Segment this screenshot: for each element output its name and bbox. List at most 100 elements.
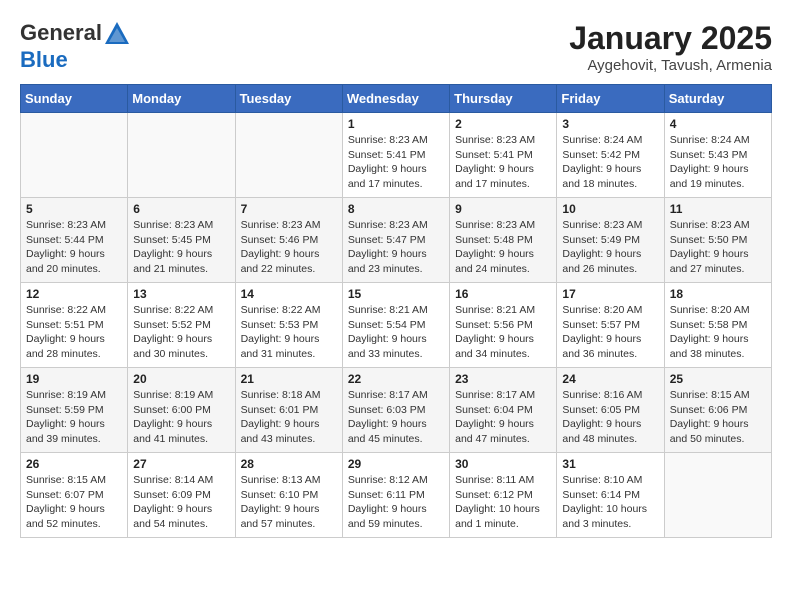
day-info: Sunrise: 8:19 AMSunset: 6:00 PMDaylight:… <box>133 388 229 447</box>
day-number: 3 <box>562 117 658 131</box>
calendar-cell: 11 Sunrise: 8:23 AMSunset: 5:50 PMDayligh… <box>664 198 771 283</box>
day-number: 21 <box>241 372 337 386</box>
day-number: 25 <box>670 372 766 386</box>
day-info: Sunrise: 8:13 AMSunset: 6:10 PMDaylight:… <box>241 473 337 532</box>
day-number: 16 <box>455 287 551 301</box>
calendar-cell: 4Sunrise: 8:24 AMSunset: 5:43 PMDaylight… <box>664 113 771 198</box>
logo-blue-text: Blue <box>20 48 132 72</box>
calendar-cell: 22 Sunrise: 8:17 AMSunset: 6:03 PMDayligh… <box>342 368 449 453</box>
calendar-cell: 8Sunrise: 8:23 AMSunset: 5:47 PMDaylight… <box>342 198 449 283</box>
day-number: 28 <box>241 457 337 471</box>
day-number: 19 <box>26 372 122 386</box>
calendar-cell: 21 Sunrise: 8:18 AMSunset: 6:01 PMDayligh… <box>235 368 342 453</box>
day-info: Sunrise: 8:15 AMSunset: 6:06 PMDaylight:… <box>670 388 766 447</box>
calendar-cell: 24Sunrise: 8:16 AMSunset: 6:05 PMDayligh… <box>557 368 664 453</box>
day-number: 11 <box>670 202 766 216</box>
day-number: 29 <box>348 457 444 471</box>
calendar-cell: 12Sunrise: 8:22 AMSunset: 5:51 PMDayligh… <box>21 283 128 368</box>
subtitle: Aygehovit, Tavush, Armenia <box>569 57 772 74</box>
day-number: 5 <box>26 202 122 216</box>
day-number: 30 <box>455 457 551 471</box>
day-number: 4 <box>670 117 766 131</box>
day-number: 31 <box>562 457 658 471</box>
logo-text: General <box>20 20 132 48</box>
calendar-cell: 9Sunrise: 8:23 AMSunset: 5:48 PMDaylight… <box>450 198 557 283</box>
day-info: Sunrise: 8:20 AMSunset: 5:58 PMDaylight:… <box>670 303 766 362</box>
calendar-cell <box>664 453 771 538</box>
day-info: Sunrise: 8:23 AMSunset: 5:41 PMDaylight:… <box>455 133 551 192</box>
day-info: Sunrise: 8:22 AMSunset: 5:52 PMDaylight:… <box>133 303 229 362</box>
calendar-cell: 3 Sunrise: 8:24 AMSunset: 5:42 PMDaylight… <box>557 113 664 198</box>
calendar: SundayMondayTuesdayWednesdayThursdayFrid… <box>20 84 772 538</box>
logo-general: General <box>20 20 102 45</box>
calendar-week-2: 5 Sunrise: 8:23 AMSunset: 5:44 PMDaylight… <box>21 198 772 283</box>
main-title: January 2025 <box>569 20 772 57</box>
day-info: Sunrise: 8:10 AMSunset: 6:14 PMDaylight:… <box>562 473 658 532</box>
day-number: 10 <box>562 202 658 216</box>
calendar-cell: 13Sunrise: 8:22 AMSunset: 5:52 PMDayligh… <box>128 283 235 368</box>
calendar-cell: 10Sunrise: 8:23 AMSunset: 5:49 PMDayligh… <box>557 198 664 283</box>
day-info: Sunrise: 8:23 AMSunset: 5:45 PMDaylight:… <box>133 218 229 277</box>
calendar-cell <box>21 113 128 198</box>
day-number: 6 <box>133 202 229 216</box>
day-info: Sunrise: 8:12 AMSunset: 6:11 PMDaylight:… <box>348 473 444 532</box>
day-info: Sunrise: 8:14 AMSunset: 6:09 PMDaylight:… <box>133 473 229 532</box>
calendar-cell: 16Sunrise: 8:21 AMSunset: 5:56 PMDayligh… <box>450 283 557 368</box>
logo: General Blue <box>20 20 132 72</box>
day-info: Sunrise: 8:23 AMSunset: 5:41 PMDaylight:… <box>348 133 444 192</box>
header: General Blue January 2025 Aygehovit, Tav… <box>20 20 772 74</box>
calendar-cell: 29 Sunrise: 8:12 AMSunset: 6:11 PMDayligh… <box>342 453 449 538</box>
calendar-cell: 7Sunrise: 8:23 AMSunset: 5:46 PMDaylight… <box>235 198 342 283</box>
day-info: Sunrise: 8:21 AMSunset: 5:54 PMDaylight:… <box>348 303 444 362</box>
day-info: Sunrise: 8:23 AMSunset: 5:46 PMDaylight:… <box>241 218 337 277</box>
calendar-cell <box>128 113 235 198</box>
day-info: Sunrise: 8:19 AMSunset: 5:59 PMDaylight:… <box>26 388 122 447</box>
day-info: Sunrise: 8:15 AMSunset: 6:07 PMDaylight:… <box>26 473 122 532</box>
logo-blue: Blue <box>20 47 68 72</box>
day-info: Sunrise: 8:17 AMSunset: 6:03 PMDaylight:… <box>348 388 444 447</box>
calendar-cell: 6 Sunrise: 8:23 AMSunset: 5:45 PMDaylight… <box>128 198 235 283</box>
calendar-cell: 30Sunrise: 8:11 AMSunset: 6:12 PMDayligh… <box>450 453 557 538</box>
day-info: Sunrise: 8:23 AMSunset: 5:48 PMDaylight:… <box>455 218 551 277</box>
calendar-cell: 31 Sunrise: 8:10 AMSunset: 6:14 PMDayligh… <box>557 453 664 538</box>
day-header-tuesday: Tuesday <box>235 85 342 113</box>
day-number: 27 <box>133 457 229 471</box>
day-number: 18 <box>670 287 766 301</box>
day-number: 22 <box>348 372 444 386</box>
day-number: 8 <box>348 202 444 216</box>
day-info: Sunrise: 8:23 AMSunset: 5:44 PMDaylight:… <box>26 218 122 277</box>
day-header-friday: Friday <box>557 85 664 113</box>
day-header-saturday: Saturday <box>664 85 771 113</box>
day-number: 14 <box>241 287 337 301</box>
title-area: January 2025 Aygehovit, Tavush, Armenia <box>569 20 772 74</box>
day-info: Sunrise: 8:20 AMSunset: 5:57 PMDaylight:… <box>562 303 658 362</box>
calendar-cell: 27 Sunrise: 8:14 AMSunset: 6:09 PMDayligh… <box>128 453 235 538</box>
calendar-week-4: 19 Sunrise: 8:19 AMSunset: 5:59 PMDayligh… <box>21 368 772 453</box>
day-info: Sunrise: 8:18 AMSunset: 6:01 PMDaylight:… <box>241 388 337 447</box>
calendar-cell: 17 Sunrise: 8:20 AMSunset: 5:57 PMDayligh… <box>557 283 664 368</box>
day-info: Sunrise: 8:24 AMSunset: 5:42 PMDaylight:… <box>562 133 658 192</box>
day-number: 17 <box>562 287 658 301</box>
calendar-cell: 23 Sunrise: 8:17 AMSunset: 6:04 PMDayligh… <box>450 368 557 453</box>
day-header-sunday: Sunday <box>21 85 128 113</box>
day-number: 1 <box>348 117 444 131</box>
calendar-cell: 15 Sunrise: 8:21 AMSunset: 5:54 PMDayligh… <box>342 283 449 368</box>
day-info: Sunrise: 8:23 AMSunset: 5:50 PMDaylight:… <box>670 218 766 277</box>
day-number: 20 <box>133 372 229 386</box>
day-info: Sunrise: 8:22 AMSunset: 5:53 PMDaylight:… <box>241 303 337 362</box>
day-info: Sunrise: 8:17 AMSunset: 6:04 PMDaylight:… <box>455 388 551 447</box>
day-number: 15 <box>348 287 444 301</box>
calendar-cell: 5 Sunrise: 8:23 AMSunset: 5:44 PMDaylight… <box>21 198 128 283</box>
day-number: 24 <box>562 372 658 386</box>
calendar-week-5: 26 Sunrise: 8:15 AMSunset: 6:07 PMDayligh… <box>21 453 772 538</box>
day-header-monday: Monday <box>128 85 235 113</box>
day-number: 2 <box>455 117 551 131</box>
calendar-cell: 25 Sunrise: 8:15 AMSunset: 6:06 PMDayligh… <box>664 368 771 453</box>
day-info: Sunrise: 8:22 AMSunset: 5:51 PMDaylight:… <box>26 303 122 362</box>
day-number: 26 <box>26 457 122 471</box>
calendar-cell: 19 Sunrise: 8:19 AMSunset: 5:59 PMDayligh… <box>21 368 128 453</box>
calendar-cell: 26 Sunrise: 8:15 AMSunset: 6:07 PMDayligh… <box>21 453 128 538</box>
calendar-cell: 20 Sunrise: 8:19 AMSunset: 6:00 PMDayligh… <box>128 368 235 453</box>
day-number: 23 <box>455 372 551 386</box>
calendar-cell: 14 Sunrise: 8:22 AMSunset: 5:53 PMDayligh… <box>235 283 342 368</box>
